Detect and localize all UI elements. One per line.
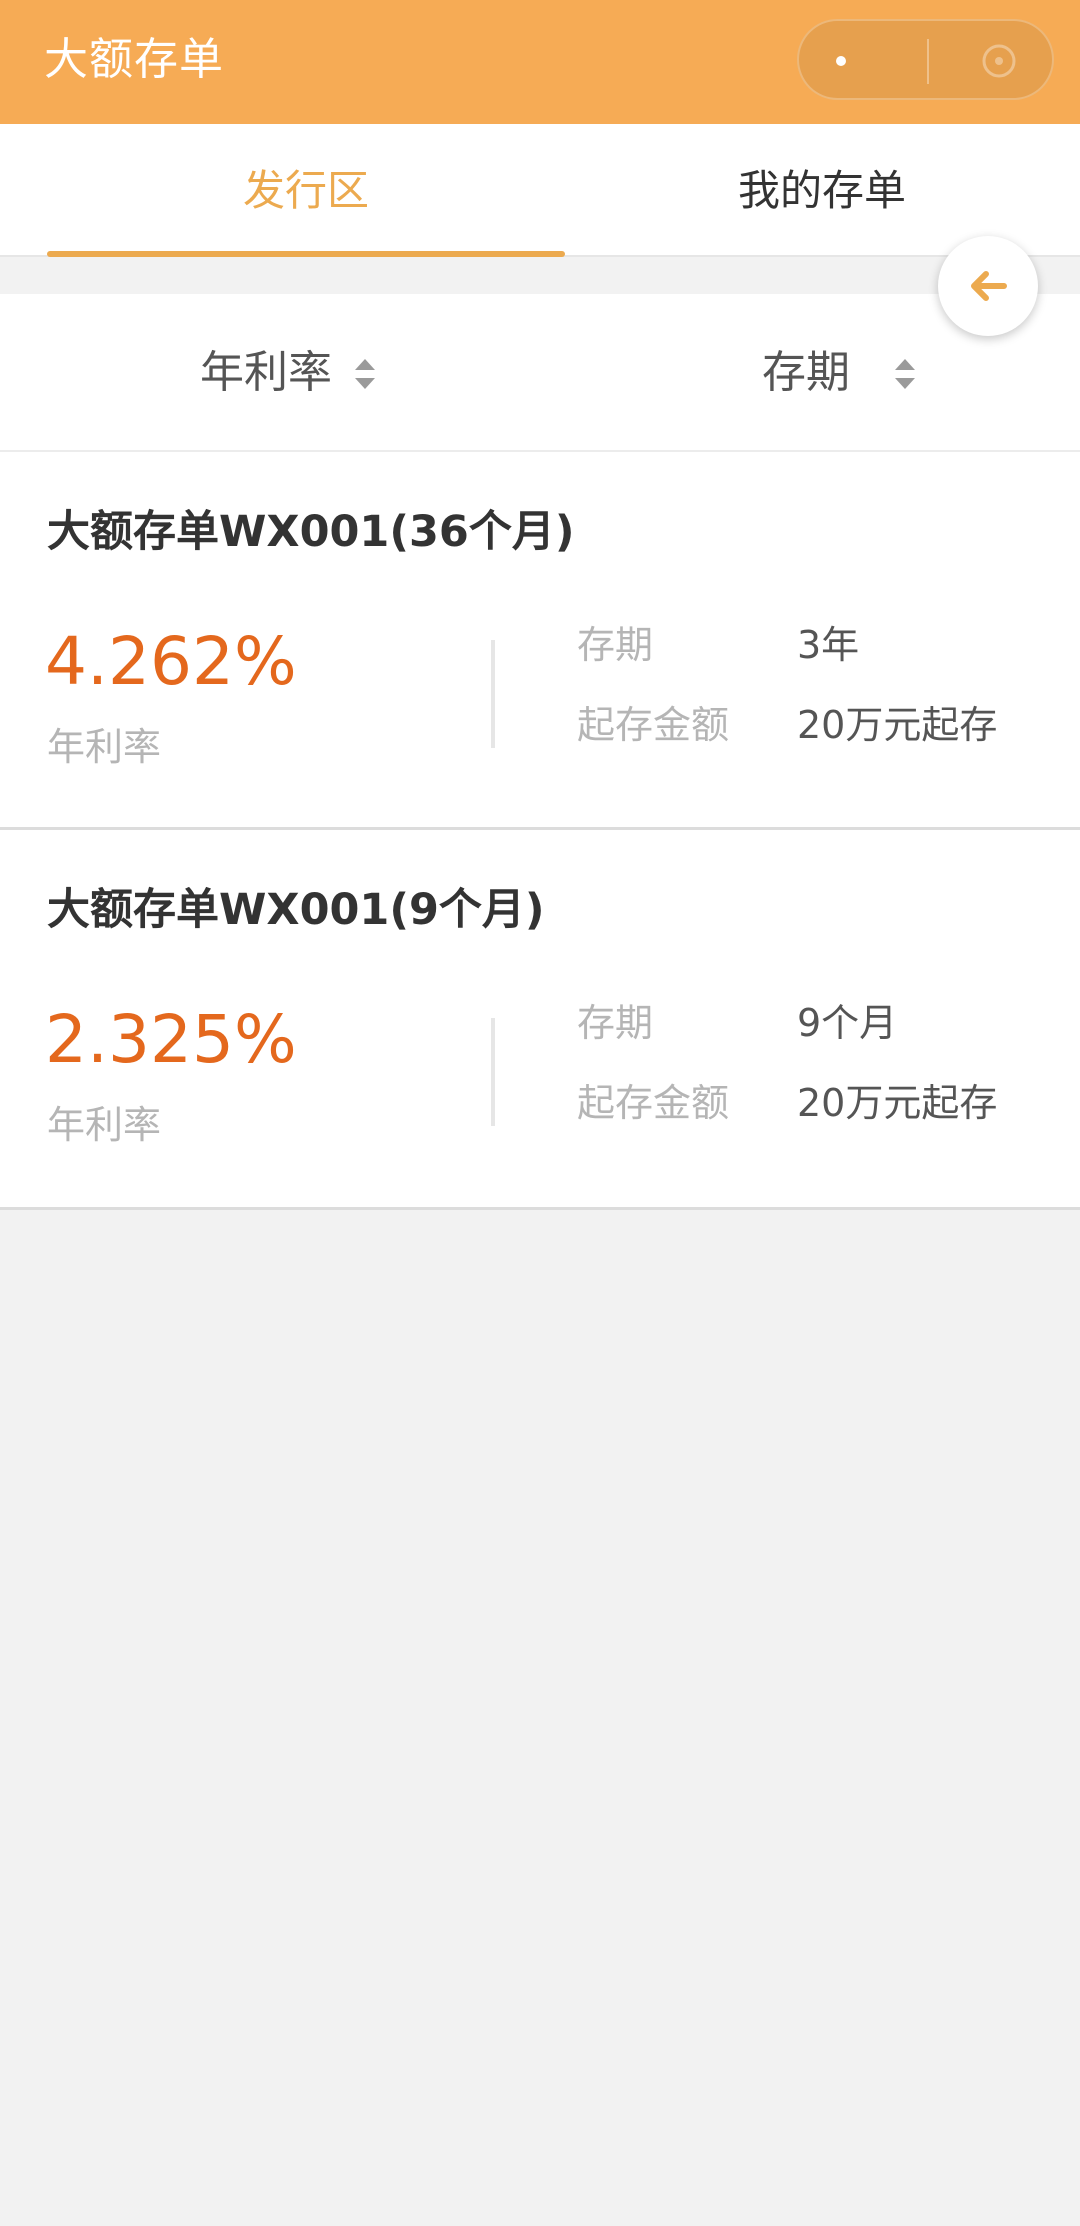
- app-header: 大额存单: [0, 0, 1080, 124]
- close-icon[interactable]: [979, 41, 1019, 81]
- back-button[interactable]: [938, 236, 1038, 336]
- arrow-left-icon: [971, 271, 1007, 301]
- annual-rate-value: 4.262%: [45, 623, 297, 700]
- term-label: 存期: [577, 1001, 654, 1045]
- page-title: 大额存单: [44, 34, 224, 85]
- product-title: 大额存单WX001(9个月): [47, 885, 545, 935]
- sort-arrows-icon[interactable]: [352, 354, 378, 394]
- annual-rate-value: 2.325%: [45, 1001, 297, 1078]
- min-amount-label: 起存金额: [577, 703, 730, 747]
- product-title: 大额存单WX001(36个月): [47, 507, 575, 557]
- capsule-divider: [927, 39, 929, 84]
- product-card[interactable]: 大额存单WX001(9个月) 2.325% 年利率 存期 9个月 起存金额 20…: [0, 830, 1080, 1210]
- vertical-divider: [491, 1018, 495, 1126]
- vertical-divider: [491, 640, 495, 748]
- tab-my-deposits[interactable]: 我的存单: [563, 124, 1080, 257]
- sort-by-rate[interactable]: 年利率: [200, 294, 332, 452]
- annual-rate-label: 年利率: [47, 725, 162, 769]
- tab-bar: 发行区 我的存单: [0, 124, 1080, 257]
- min-amount-label: 起存金额: [577, 1081, 730, 1125]
- min-amount-value: 20万元起存: [797, 703, 998, 747]
- annual-rate-label: 年利率: [47, 1103, 162, 1147]
- product-card[interactable]: 大额存单WX001(36个月) 4.262% 年利率 存期 3年 起存金额 20…: [0, 452, 1080, 830]
- active-tab-indicator: [47, 251, 565, 257]
- sort-by-term[interactable]: 存期: [762, 294, 850, 452]
- min-amount-value: 20万元起存: [797, 1081, 998, 1125]
- miniprogram-capsule: [797, 19, 1054, 100]
- term-label: 存期: [577, 623, 654, 667]
- term-value: 3年: [797, 623, 860, 667]
- tab-issue-zone[interactable]: 发行区: [47, 124, 565, 257]
- sort-bar: 年利率 存期: [0, 294, 1080, 452]
- more-icon[interactable]: [836, 56, 846, 66]
- term-value: 9个月: [797, 1001, 898, 1045]
- sort-arrows-icon[interactable]: [892, 354, 918, 394]
